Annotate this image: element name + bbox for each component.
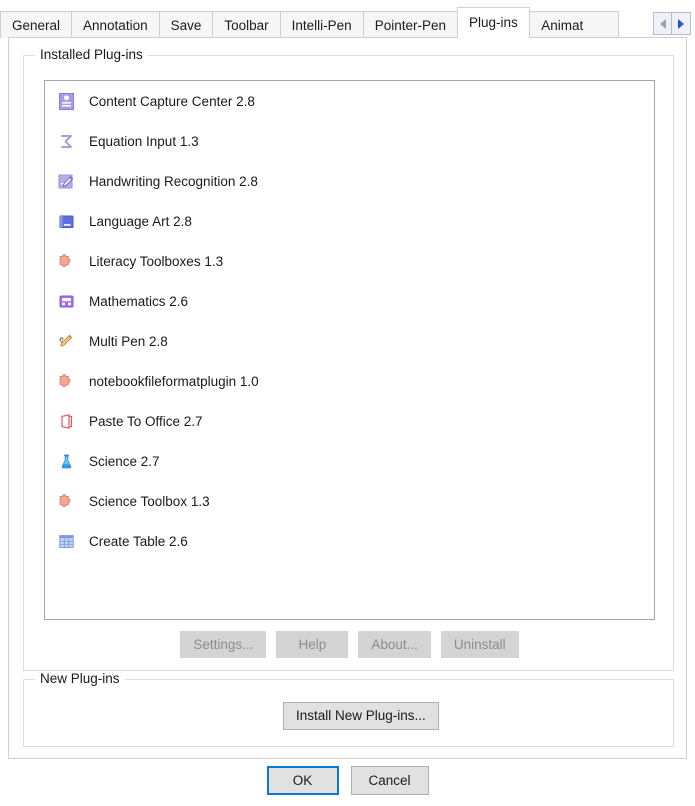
chevron-right-icon: [678, 18, 684, 29]
list-item[interactable]: Science Toolbox 1.3: [45, 481, 654, 521]
list-item[interactable]: Literacy Toolboxes 1.3: [45, 241, 654, 281]
book-icon: [57, 212, 75, 230]
tab-plug-ins[interactable]: Plug-ins: [457, 7, 530, 38]
tab-general[interactable]: General: [0, 11, 73, 38]
list-item[interactable]: Create Table 2.6: [45, 521, 654, 561]
list-item-label: Content Capture Center 2.8: [89, 93, 255, 109]
list-item-label: Literacy Toolboxes 1.3: [89, 253, 224, 269]
list-item[interactable]: Mathematics 2.6: [45, 281, 654, 321]
tab-scroll-left-button[interactable]: [653, 12, 672, 35]
about-button[interactable]: About...: [358, 631, 431, 658]
settings-tabstrip[interactable]: General Annotation Save Toolbar Intelli-…: [0, 7, 695, 38]
list-item-label: Paste To Office 2.7: [89, 413, 203, 429]
list-item-label: Equation Input 1.3: [89, 133, 199, 149]
list-item-label: notebookfileformatplugin 1.0: [89, 373, 259, 389]
tab-save[interactable]: Save: [158, 11, 214, 38]
chevron-left-icon: [659, 18, 666, 29]
help-button[interactable]: Help: [276, 631, 349, 658]
flask-icon: [57, 452, 75, 470]
puzzle-piece-icon: [57, 252, 75, 270]
list-item[interactable]: Handwriting Recognition 2.8: [45, 161, 654, 201]
tab-scroll-right-button[interactable]: [672, 12, 691, 35]
list-item[interactable]: notebookfileformatplugin 1.0: [45, 361, 654, 401]
tab-intelli-pen[interactable]: Intelli-Pen: [279, 11, 364, 38]
new-plugins-group: New Plug-ins Install New Plug-ins...: [23, 671, 674, 747]
office-document-icon: [57, 412, 75, 430]
plugin-actions-buttonrow: Settings... Help About... Uninstall: [24, 631, 675, 658]
settings-button[interactable]: Settings...: [180, 631, 267, 658]
list-item-label: Language Art 2.8: [89, 213, 192, 229]
installed-plugins-list[interactable]: Content Capture Center 2.8 Equation Inpu…: [44, 80, 655, 620]
cancel-button[interactable]: Cancel: [350, 766, 429, 795]
list-item[interactable]: Science 2.7: [45, 441, 654, 481]
sigma-icon: [57, 132, 75, 150]
uninstall-button[interactable]: Uninstall: [440, 631, 519, 658]
tab-annotation[interactable]: Annotation: [71, 11, 160, 38]
tab-scroll-buttons[interactable]: [653, 11, 693, 36]
list-item-label: Science 2.7: [89, 453, 160, 469]
list-item[interactable]: Language Art 2.8: [45, 201, 654, 241]
list-item[interactable]: Paste To Office 2.7: [45, 401, 654, 441]
list-item-label: Mathematics 2.6: [89, 293, 189, 309]
calculator-icon: [57, 292, 75, 310]
new-plugins-group-title: New Plug-ins: [35, 671, 125, 686]
tab-pointer-pen[interactable]: Pointer-Pen: [362, 11, 458, 38]
tab-toolbar[interactable]: Toolbar: [212, 11, 281, 38]
list-item[interactable]: Content Capture Center 2.8: [45, 81, 654, 121]
list-item-label: Handwriting Recognition 2.8: [89, 173, 258, 189]
list-item-label: Science Toolbox 1.3: [89, 493, 210, 509]
list-item[interactable]: Equation Input 1.3: [45, 121, 654, 161]
pen-icon: [57, 332, 75, 350]
install-new-plugins-button[interactable]: Install New Plug-ins...: [283, 702, 439, 730]
plugins-settings-panel: Installed Plug-ins Content Capture Cente…: [8, 37, 687, 759]
handwriting-pen-icon: [57, 172, 75, 190]
installed-plugins-group-title: Installed Plug-ins: [35, 47, 148, 62]
dialog-footer: OK Cancel: [0, 766, 695, 795]
capture-card-icon: [57, 92, 75, 110]
list-item-label: Create Table 2.6: [89, 533, 188, 549]
list-item[interactable]: Multi Pen 2.8: [45, 321, 654, 361]
installed-plugins-group: Installed Plug-ins Content Capture Cente…: [23, 47, 675, 671]
table-grid-icon: [57, 532, 75, 550]
tab-animation[interactable]: Animat: [528, 11, 619, 38]
ok-button[interactable]: OK: [266, 766, 339, 795]
puzzle-piece-icon: [57, 372, 75, 390]
puzzle-piece-icon: [57, 492, 75, 510]
list-item-label: Multi Pen 2.8: [89, 333, 168, 349]
